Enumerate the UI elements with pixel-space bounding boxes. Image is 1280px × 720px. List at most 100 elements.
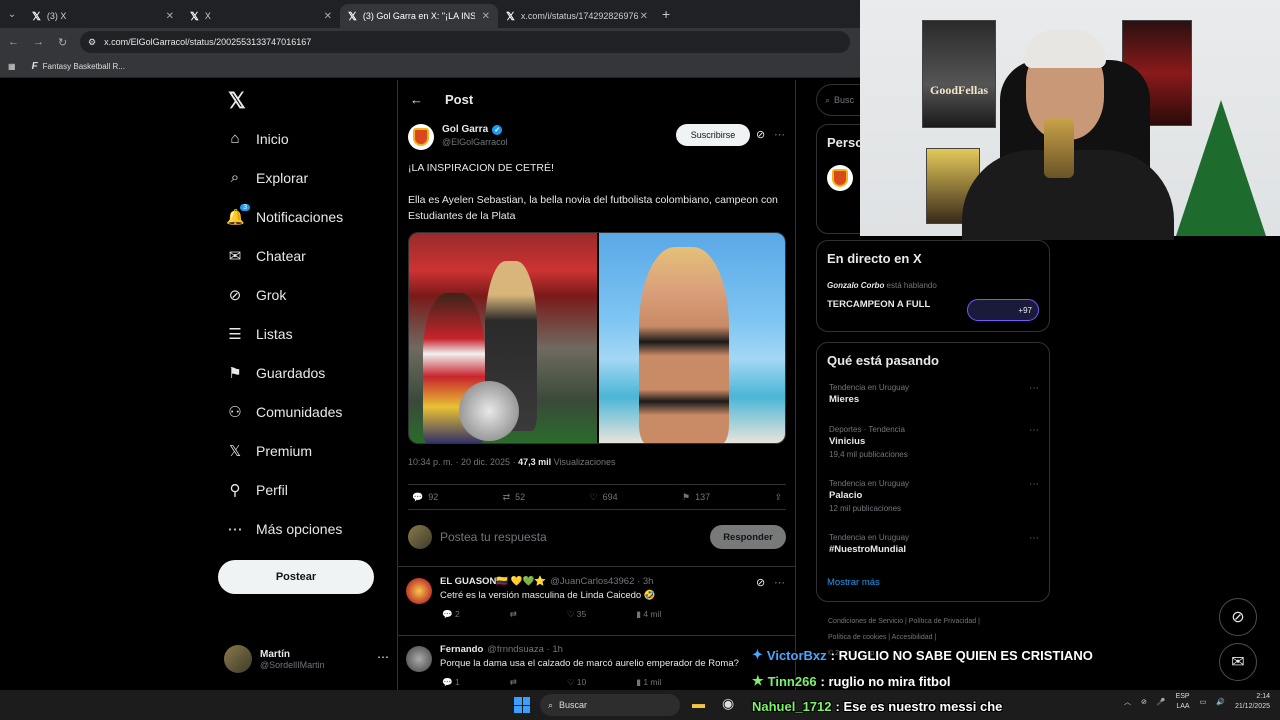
- nav-communities[interactable]: ⚇ Comunidades: [226, 403, 342, 421]
- microphone: [1044, 118, 1074, 178]
- browser-tab[interactable]: 𝕏x.com/i/status/174292826976 ✕: [498, 4, 656, 28]
- grok-icon[interactable]: ⊘: [756, 128, 765, 141]
- grok-floating-button[interactable]: ⊘: [1219, 598, 1257, 636]
- close-tab-icon[interactable]: ✕: [324, 11, 332, 22]
- new-tab-icon[interactable]: +: [662, 6, 670, 22]
- author-avatar[interactable]: [827, 165, 853, 191]
- repost-icon[interactable]: ⇄: [510, 677, 517, 688]
- x-favicon-icon: 𝕏: [32, 10, 41, 23]
- more-icon[interactable]: ⋯: [1029, 383, 1039, 394]
- trend-item[interactable]: Deportes · Tendencia Vinicius 19,4 mil pub…: [829, 425, 908, 459]
- chrome-icon[interactable]: ◉: [722, 695, 734, 712]
- share-button[interactable]: ⇪: [774, 492, 782, 503]
- back-icon[interactable]: ←: [8, 36, 19, 48]
- bell-icon: 🔔 3: [226, 204, 250, 226]
- volume-icon[interactable]: 🔊: [1216, 698, 1225, 706]
- reload-icon[interactable]: ↻: [58, 36, 67, 49]
- messages-floating-button[interactable]: ✉: [1219, 643, 1257, 681]
- user-handle: @SordellIMartin: [260, 659, 325, 670]
- more-icon[interactable]: ⋯: [1029, 533, 1039, 544]
- nav-bookmarks[interactable]: ⚑ Guardados: [226, 364, 325, 382]
- x-favicon-icon: 𝕏: [190, 10, 199, 23]
- windows-start-icon[interactable]: [514, 697, 530, 713]
- nav-premium[interactable]: 𝕏 Premium: [226, 442, 312, 460]
- nav-more[interactable]: ⋯ Más opciones: [226, 520, 343, 538]
- more-circle-icon: ⋯: [227, 521, 243, 538]
- post-media[interactable]: [408, 232, 786, 444]
- network-icon[interactable]: ⊘: [1141, 698, 1147, 706]
- like-button[interactable]: ♡ 694: [590, 492, 618, 503]
- bookmark-item[interactable]: F Fantasy Basketball R...: [32, 61, 125, 72]
- reply-icon[interactable]: 💬 2: [442, 609, 460, 620]
- more-icon[interactable]: ⋯: [377, 650, 389, 664]
- more-icon[interactable]: ⋯: [1029, 425, 1039, 436]
- nav-explore[interactable]: ⌕ Explorar: [226, 169, 308, 186]
- back-arrow-icon[interactable]: ←: [410, 92, 423, 107]
- post-photo-2[interactable]: [599, 233, 785, 443]
- taskbar-search[interactable]: ⌕ Buscar: [540, 694, 680, 716]
- more-icon[interactable]: ⋯: [774, 576, 785, 589]
- more-icon[interactable]: ⋯: [774, 128, 785, 141]
- close-tab-icon[interactable]: ✕: [482, 11, 490, 22]
- live-card[interactable]: En directo en X Gonzalo Corbo está habla…: [816, 240, 1050, 332]
- language-indicator[interactable]: ESP LAA: [1176, 692, 1190, 712]
- views-count: 47,3 mil: [518, 457, 552, 467]
- browser-tab[interactable]: 𝕏 (3) X ✕: [24, 4, 182, 28]
- main-column: ← Post Gol Garra ✓ @ElGolGarracol Suscrib…: [397, 80, 796, 690]
- nav-home[interactable]: ⌂ Inicio: [226, 130, 288, 147]
- forward-icon[interactable]: →: [33, 36, 44, 48]
- repost-button[interactable]: ⇄ 52: [503, 492, 526, 503]
- author-handle[interactable]: @ElGolGarracol: [442, 137, 508, 147]
- trend-item[interactable]: Tendencia en Uruguay #NuestroMundial: [829, 533, 909, 555]
- bookmark-button[interactable]: ⚑ 137: [682, 492, 710, 503]
- apps-icon[interactable]: ▦: [8, 62, 16, 71]
- subscribe-button[interactable]: Suscribirse: [676, 124, 750, 146]
- chat-message: Nahuel_1712 : Ese es nuestro messi che: [752, 699, 1003, 714]
- nav-chat[interactable]: ✉ Chatear: [226, 247, 306, 265]
- post-photo-1[interactable]: [409, 233, 597, 443]
- nav-lists[interactable]: ☰ Listas: [226, 325, 292, 343]
- heart-icon[interactable]: ♡ 35: [567, 609, 586, 620]
- reply-input[interactable]: Postea tu respuesta: [440, 530, 702, 544]
- chat-message: ★ Tinn266 : ruglio no mira fitbol: [752, 673, 951, 689]
- nav-grok[interactable]: ⊘ Grok: [226, 286, 287, 304]
- display-icon[interactable]: ▭: [1200, 698, 1207, 706]
- post-text-line1: ¡LA INSPIRACION DE CETRÉ!: [408, 162, 554, 174]
- streamer-hair: [1024, 30, 1106, 68]
- mic-icon[interactable]: 🎤: [1157, 698, 1166, 706]
- url-field[interactable]: ⚙ x.com/ElGolGarracol/status/20025531337…: [80, 31, 850, 53]
- author-avatar[interactable]: [408, 124, 434, 150]
- chevron-up-icon[interactable]: ︿: [1124, 697, 1131, 707]
- browser-tab[interactable]: 𝕏 X ✕: [182, 4, 340, 28]
- responder-button[interactable]: Responder: [710, 525, 786, 549]
- trend-item[interactable]: Tendencia en Uruguay Mieres: [829, 383, 909, 405]
- repost-icon[interactable]: ⇄: [510, 609, 517, 620]
- views-icon[interactable]: ▮ 4 mil: [636, 609, 661, 620]
- reply-button[interactable]: 💬 92: [412, 492, 438, 503]
- reply-icon[interactable]: 💬 1: [442, 677, 460, 688]
- clock[interactable]: 2:14 21/12/2025: [1235, 692, 1270, 712]
- windows-taskbar: ⌕ Buscar ▬ ◉ ︿ ⊘ 🎤 ESP LAA ▭ 🔊 2:14 21/12/2…: [0, 690, 1280, 720]
- close-tab-icon[interactable]: ✕: [640, 11, 648, 22]
- grok-icon[interactable]: ⊘: [756, 576, 765, 589]
- post-author: Gol Garra ✓ @ElGolGarracol: [408, 124, 508, 150]
- x-logo-icon[interactable]: 𝕏: [228, 88, 246, 114]
- nav-profile[interactable]: ⚲ Perfil: [226, 481, 288, 499]
- trend-item[interactable]: Tendencia en Uruguay Palacio 12 mil public…: [829, 479, 909, 513]
- show-more-link[interactable]: Mostrar más: [827, 577, 880, 588]
- account-switcher[interactable]: Martín @SordellIMartin ⋯: [224, 642, 389, 676]
- browser-tab-active[interactable]: 𝕏(3) Gol Garra en X: "¡LA INSPIR✕: [340, 4, 498, 28]
- site-info-icon[interactable]: ⚙: [88, 37, 96, 48]
- tab-search-button[interactable]: ⌄: [0, 0, 24, 28]
- search-icon: ⌕: [825, 94, 831, 105]
- views-icon[interactable]: ▮ 1 mil: [636, 677, 661, 688]
- heart-icon[interactable]: ♡ 10: [567, 677, 586, 688]
- avatar: [406, 646, 432, 672]
- author-name[interactable]: Gol Garra: [442, 124, 488, 135]
- folder-icon[interactable]: ▬: [692, 696, 705, 711]
- post-button[interactable]: Postear: [218, 560, 374, 594]
- close-tab-icon[interactable]: ✕: [166, 11, 174, 22]
- mail-icon: ✉: [228, 248, 242, 265]
- nav-notifications[interactable]: 🔔 3 Notificaciones: [226, 204, 343, 226]
- more-icon[interactable]: ⋯: [1029, 479, 1039, 490]
